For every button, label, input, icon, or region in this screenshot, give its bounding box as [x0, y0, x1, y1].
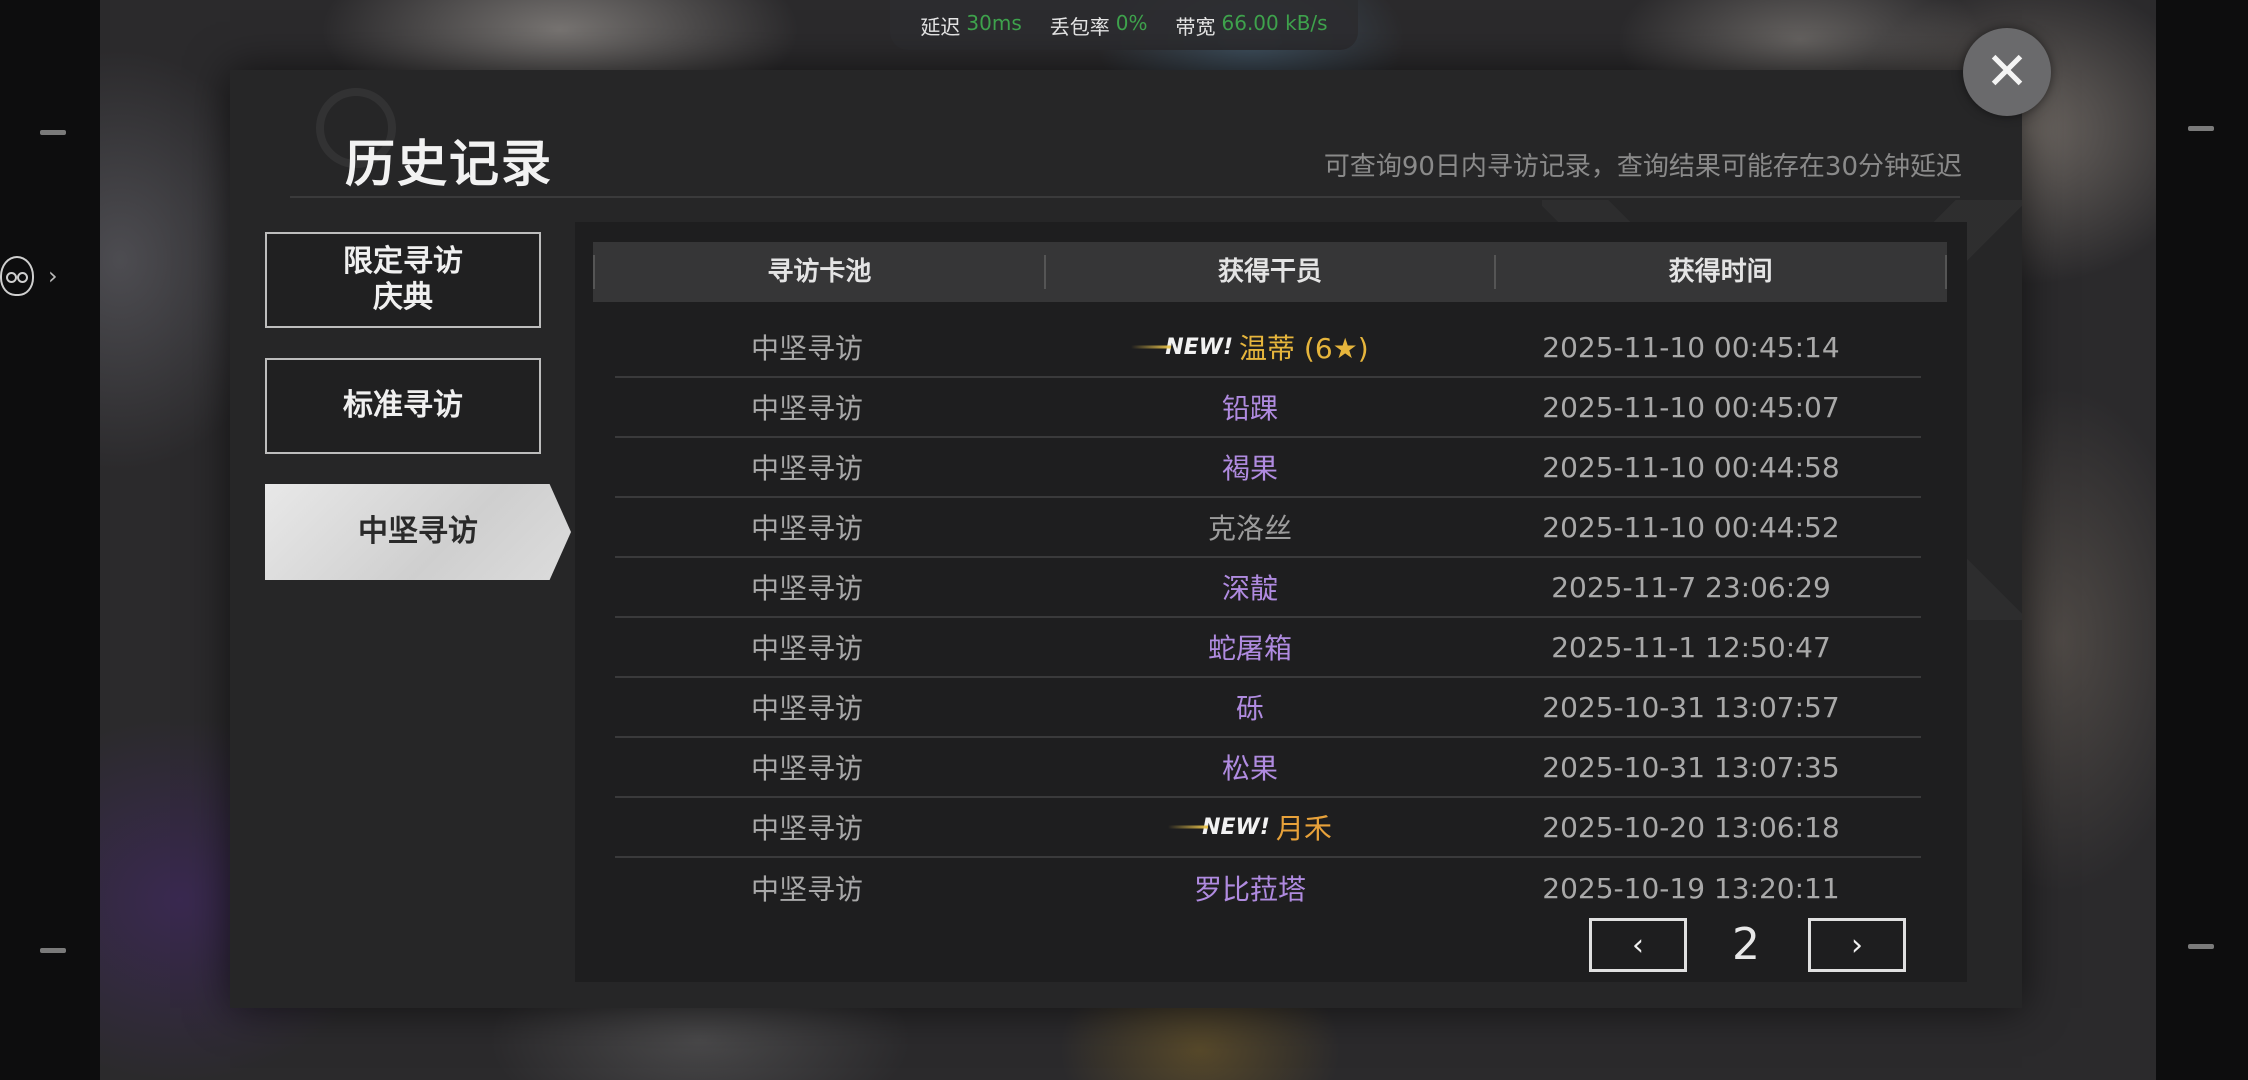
table-row: 中坚寻访 蛇屠箱 2025-11-1 12:50:47 [615, 618, 1921, 678]
operator-cell: 克洛丝 [1019, 507, 1481, 547]
time-cell: 2025-11-10 00:45:14 [1542, 330, 1840, 364]
operator-name: 松果 [1221, 752, 1278, 785]
game-screen: › 延迟 30ms 丢包率 0% 带宽 66.00 kB/s 历史记录 可查询9… [0, 0, 2248, 1080]
new-badge: NEW! [1131, 335, 1233, 360]
time-cell: 2025-10-19 13:20:11 [1542, 871, 1840, 905]
pool-cell: 中坚寻访 [750, 392, 863, 425]
operator-name: 罗比菈塔 [1193, 873, 1306, 906]
time-cell: 2025-10-31 13:07:35 [1542, 750, 1840, 784]
edge-marker [2188, 126, 2214, 131]
operator-cell: 蛇屠箱 [1019, 627, 1481, 667]
column-header-time: 获得时间 [1494, 255, 1948, 289]
time-cell: 2025-11-7 23:06:29 [1551, 570, 1831, 604]
edge-marker [40, 130, 66, 135]
pool-cell: 中坚寻访 [750, 452, 863, 485]
operator-name: 温蒂 (6★) [1239, 332, 1369, 365]
right-screen-edge [2156, 0, 2248, 1080]
chevron-right-icon: › [1851, 927, 1863, 963]
operator-cell: NEW! 月禾 [1019, 807, 1481, 847]
tab-label: 标准寻访 [343, 388, 463, 423]
chevron-right-icon: › [48, 262, 58, 290]
tab-label: 中坚寻访 [358, 514, 478, 549]
table-row: 中坚寻访 砾 2025-10-31 13:07:57 [615, 678, 1921, 738]
next-page-button[interactable]: › [1808, 918, 1906, 972]
tab-core[interactable]: 中坚寻访 [265, 484, 571, 580]
page-number: 2 [1732, 919, 1760, 970]
close-button[interactable]: ✕ [1963, 28, 2051, 116]
pool-cell: 中坚寻访 [750, 873, 863, 906]
latency-metric: 延迟 30ms [920, 10, 1022, 39]
table-row: 中坚寻访 褐果 2025-11-10 00:44:58 [615, 438, 1921, 498]
table-row: 中坚寻访 NEW! 月禾 2025-10-20 13:06:18 [615, 798, 1921, 858]
table-row: 中坚寻访 深靛 2025-11-7 23:06:29 [615, 558, 1921, 618]
table-row: 中坚寻访 NEW! 温蒂 (6★) 2025-11-10 00:45:14 [615, 318, 1921, 378]
packet-loss-metric: 丢包率 0% [1049, 10, 1148, 39]
records-table: 寻访卡池 获得干员 获得时间 中坚寻访 NEW! 温蒂 (6★) 2025-11-10… [575, 222, 1967, 982]
operator-name: 褐果 [1221, 452, 1278, 485]
tab-standard[interactable]: 标准寻访 [265, 358, 541, 454]
time-cell: 2025-11-1 12:50:47 [1551, 630, 1831, 664]
column-header-operator: 获得干员 [1043, 255, 1495, 289]
prev-page-button[interactable]: ‹ [1589, 918, 1687, 972]
operator-cell: 铅踝 [1019, 387, 1481, 427]
time-cell: 2025-11-10 00:44:52 [1542, 510, 1840, 544]
column-header-pool: 寻访卡池 [593, 255, 1044, 289]
close-icon: ✕ [1985, 42, 2029, 102]
new-badge: NEW! [1168, 815, 1270, 840]
operator-cell: NEW! 温蒂 (6★) [1019, 327, 1481, 367]
time-cell: 2025-11-10 00:44:58 [1542, 450, 1840, 484]
time-cell: 2025-10-20 13:06:18 [1542, 810, 1840, 844]
network-status-bar: 延迟 30ms 丢包率 0% 带宽 66.00 kB/s [890, 0, 1358, 50]
assistant-face-icon [0, 256, 34, 296]
pool-cell: 中坚寻访 [750, 812, 863, 845]
table-row: 中坚寻访 铅踝 2025-11-10 00:45:07 [615, 378, 1921, 438]
operator-cell: 罗比菈塔 [1019, 868, 1481, 908]
time-cell: 2025-11-10 00:45:07 [1542, 390, 1840, 424]
pool-cell: 中坚寻访 [750, 632, 863, 665]
operator-cell: 褐果 [1019, 447, 1481, 487]
table-header: 寻访卡池 获得干员 获得时间 [593, 242, 1948, 302]
edge-marker [40, 948, 66, 953]
operator-name: 砾 [1235, 692, 1264, 725]
table-row: 中坚寻访 克洛丝 2025-11-10 00:44:52 [615, 498, 1921, 558]
operator-name: 深靛 [1221, 572, 1278, 605]
bandwidth-metric: 带宽 66.00 kB/s [1175, 10, 1328, 39]
pool-cell: 中坚寻访 [750, 692, 863, 725]
operator-cell: 砾 [1019, 687, 1481, 727]
table-row: 中坚寻访 罗比菈塔 2025-10-19 13:20:11 [615, 858, 1921, 918]
operator-cell: 深靛 [1019, 567, 1481, 607]
operator-name: 铅踝 [1221, 392, 1278, 425]
pool-cell: 中坚寻访 [750, 572, 863, 605]
time-cell: 2025-10-31 13:07:57 [1542, 690, 1840, 724]
operator-name: 克洛丝 [1207, 512, 1292, 545]
pool-cell: 中坚寻访 [750, 332, 863, 365]
query-notice: 可查询90日内寻访记录，查询结果可能存在30分钟延迟 [1323, 152, 1962, 182]
table-row: 中坚寻访 松果 2025-10-31 13:07:35 [615, 738, 1921, 798]
floating-assistant-toggle[interactable]: › [0, 256, 58, 296]
edge-marker [2188, 944, 2214, 949]
tab-label: 限定寻访 庆典 [343, 244, 463, 315]
table-body: 中坚寻访 NEW! 温蒂 (6★) 2025-11-10 00:45:14 中坚寻访 铅踝… [615, 318, 1921, 918]
operator-name: 月禾 [1275, 812, 1332, 845]
title-divider [290, 196, 1960, 198]
operator-cell: 松果 [1019, 747, 1481, 787]
operator-name: 蛇屠箱 [1207, 632, 1292, 665]
pool-cell: 中坚寻访 [750, 512, 863, 545]
tab-limited-celebration[interactable]: 限定寻访 庆典 [265, 232, 541, 328]
pool-cell: 中坚寻访 [750, 752, 863, 785]
page-title: 历史记录 [345, 135, 553, 193]
chevron-left-icon: ‹ [1632, 927, 1644, 963]
left-screen-edge [0, 0, 100, 1080]
